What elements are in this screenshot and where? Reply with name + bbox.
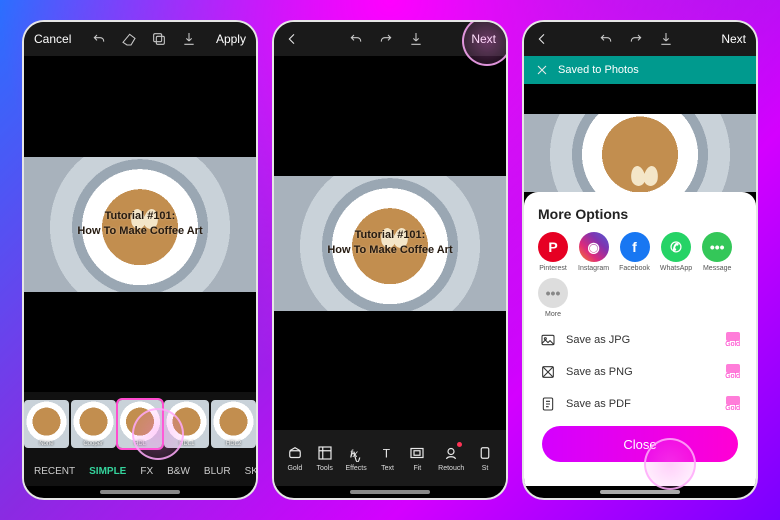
share-targets: PPinterest ◉Instagram fFacebook ✆WhatsAp… — [538, 232, 742, 272]
phone-editor-tools: Next Tutorial #101: How To Make Coffee A… — [272, 20, 508, 500]
share-whatsapp[interactable]: ✆WhatsApp — [660, 232, 692, 272]
filter-thumb[interactable]: None — [24, 400, 69, 448]
sheet-title: More Options — [538, 206, 742, 222]
filter-thumb[interactable]: HDL2 — [211, 400, 256, 448]
overlay-text-line2: How To Make Coffee Art — [327, 243, 452, 258]
undo-icon[interactable] — [598, 31, 614, 47]
back-icon[interactable] — [284, 31, 300, 47]
png-icon — [540, 364, 556, 380]
share-message[interactable]: •••Message — [702, 232, 732, 272]
download-icon[interactable] — [181, 31, 197, 47]
image-preview — [524, 84, 756, 192]
tab-fx[interactable]: FX — [140, 466, 153, 477]
close-icon[interactable] — [534, 62, 550, 78]
tab-simple[interactable]: SIMPLE — [89, 466, 126, 477]
phone-editor-filters: Cancel Apply Tutorial #101: How To Make … — [22, 20, 258, 500]
close-button[interactable]: Close — [542, 426, 738, 462]
cancel-button[interactable]: Cancel — [34, 32, 71, 46]
tool-retouch[interactable]: Retouch — [438, 444, 464, 472]
more-options-sheet: More Options PPinterest ◉Instagram fFace… — [524, 192, 756, 486]
saved-banner: Saved to Photos — [524, 56, 756, 84]
filter-thumb-selected[interactable]: HDL — [118, 400, 163, 448]
home-indicator — [24, 486, 256, 498]
filter-category-tabs: RECENT SIMPLE FX B&W BLUR SKETCH CO — [24, 456, 256, 486]
share-more[interactable]: •••More — [538, 278, 568, 318]
share-facebook[interactable]: fFacebook — [619, 232, 650, 272]
gold-badge: Gold — [725, 364, 740, 380]
gold-badge: Gold — [725, 396, 740, 412]
home-indicator — [274, 486, 506, 498]
filter-thumb[interactable]: Cooper — [71, 400, 116, 448]
filter-thumb[interactable]: HDL1 — [164, 400, 209, 448]
canvas[interactable]: Tutorial #101: How To Make Coffee Art — [274, 56, 506, 430]
next-button[interactable]: Next — [721, 32, 746, 46]
redo-icon[interactable] — [628, 31, 644, 47]
tab-bw[interactable]: B&W — [167, 466, 190, 477]
back-icon[interactable] — [534, 31, 550, 47]
tool-text[interactable]: TText — [379, 444, 397, 472]
pdf-icon — [540, 396, 556, 412]
redo-icon[interactable] — [378, 31, 394, 47]
canvas[interactable]: Tutorial #101: How To Make Coffee Art — [24, 56, 256, 392]
image-preview: Tutorial #101: How To Make Coffee Art — [24, 157, 256, 292]
apply-button[interactable]: Apply — [216, 32, 246, 46]
overlay-text-line1: Tutorial #101: — [77, 209, 202, 224]
download-icon[interactable] — [658, 31, 674, 47]
gold-badge: Gold — [725, 332, 740, 348]
image-preview: Tutorial #101: How To Make Coffee Art — [274, 176, 506, 311]
undo-icon[interactable] — [91, 31, 107, 47]
tool-effects[interactable]: fxEffects — [345, 444, 366, 472]
overlay-text-line2: How To Make Coffee Art — [77, 224, 202, 239]
layers-icon[interactable] — [151, 31, 167, 47]
tab-blur[interactable]: BLUR — [204, 466, 231, 477]
topbar: Next — [524, 22, 756, 56]
home-indicator — [524, 486, 756, 498]
topbar: Cancel Apply — [24, 22, 256, 56]
tool-fit[interactable]: Fit — [408, 444, 426, 472]
svg-text:fx: fx — [350, 449, 359, 460]
share-instagram[interactable]: ◉Instagram — [578, 232, 609, 272]
tool-more[interactable]: St — [476, 444, 494, 472]
tool-gold[interactable]: Gold — [286, 444, 304, 472]
tab-sketch[interactable]: SKETCH — [245, 466, 256, 477]
download-icon[interactable] — [408, 31, 424, 47]
svg-text:T: T — [382, 447, 390, 461]
toolbar: Gold Tools fxEffects TText Fit Retouch S… — [274, 430, 506, 486]
share-pinterest[interactable]: PPinterest — [538, 232, 568, 272]
eraser-icon[interactable] — [121, 31, 137, 47]
image-icon — [540, 332, 556, 348]
phone-share-sheet: Next Saved to Photos More Options PPinte… — [522, 20, 758, 500]
overlay-text-line1: Tutorial #101: — [327, 228, 452, 243]
banner-text: Saved to Photos — [558, 64, 639, 76]
save-png[interactable]: Save as PNG Gold — [538, 356, 742, 388]
save-jpg[interactable]: Save as JPG Gold — [538, 324, 742, 356]
undo-icon[interactable] — [348, 31, 364, 47]
topbar: Next — [274, 22, 506, 56]
save-pdf[interactable]: Save as PDF Gold — [538, 388, 742, 420]
tab-recent[interactable]: RECENT — [34, 466, 75, 477]
tool-tools[interactable]: Tools — [316, 444, 334, 472]
next-button[interactable]: Next — [471, 32, 496, 46]
filter-thumbnails: None Cooper HDL HDL1 HDL2 — [24, 392, 256, 456]
